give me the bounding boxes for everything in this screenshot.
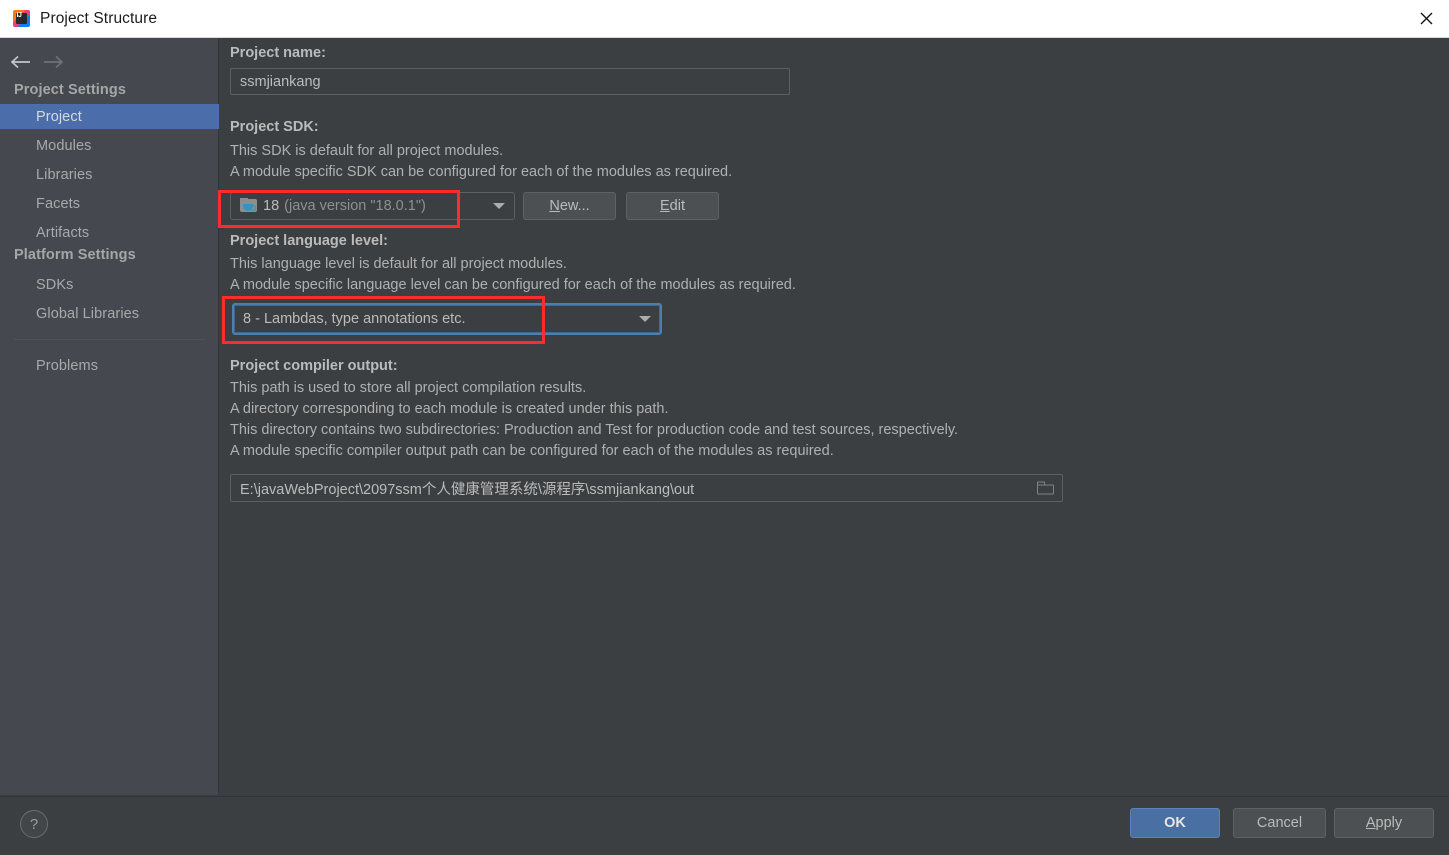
project-sdk-version: 18: [263, 198, 280, 214]
compiler-output-label: Project compiler output:: [230, 358, 398, 374]
navigation-arrows: [0, 46, 219, 78]
dialog-footer: ? OK Cancel Apply: [0, 796, 1449, 855]
edit-sdk-button-mnemonic: E: [660, 198, 670, 214]
apply-button[interactable]: Apply: [1334, 808, 1434, 838]
help-button[interactable]: ?: [20, 810, 48, 838]
sidebar-item-modules[interactable]: Modules: [0, 133, 219, 158]
apply-button-mnemonic: A: [1365, 815, 1376, 831]
project-settings-panel: Project name: ssmjiankang Project SDK: T…: [220, 38, 1449, 795]
compiler-output-description-3: This directory contains two subdirectori…: [230, 422, 959, 438]
intellij-idea-icon: [13, 10, 30, 27]
language-level-description-2: A module specific language level can be …: [230, 277, 796, 293]
project-sdk-combobox[interactable]: 18 (java version "18.0.1"): [230, 192, 515, 220]
apply-button-label-rest: pply: [1375, 815, 1403, 831]
project-name-label: Project name:: [230, 45, 326, 61]
sidebar-item-sdks[interactable]: SDKs: [0, 272, 219, 297]
language-level-selected-value: 8 - Lambdas, type annotations etc.: [243, 311, 466, 327]
new-sdk-button-mnemonic: N: [549, 198, 560, 214]
sidebar-divider: [14, 339, 205, 340]
language-level-description-1: This language level is default for all p…: [230, 256, 567, 272]
compiler-output-description-1: This path is used to store all project c…: [230, 380, 587, 396]
compiler-output-path-value: E:\javaWebProject\2097ssm个人健康管理系统\源程序\ss…: [240, 481, 695, 498]
chevron-down-icon[interactable]: [484, 193, 514, 219]
cancel-button[interactable]: Cancel: [1233, 808, 1326, 838]
project-structure-dialog: Project Structure Projec: [0, 0, 1449, 855]
ok-button-label: OK: [1164, 815, 1186, 831]
sidebar-item-libraries[interactable]: Libraries: [0, 162, 219, 187]
ok-button[interactable]: OK: [1130, 808, 1220, 838]
sidebar-group-platform-settings: Platform Settings: [14, 247, 136, 263]
sidebar-item-label: Project: [36, 108, 82, 125]
sidebar-item-label: Artifacts: [36, 224, 90, 241]
project-name-input[interactable]: ssmjiankang: [230, 68, 790, 95]
close-icon[interactable]: [1403, 0, 1449, 37]
project-sdk-description-1: This SDK is default for all project modu…: [230, 143, 504, 159]
sidebar-item-label: Modules: [36, 137, 92, 154]
project-sdk-description-2: A module specific SDK can be configured …: [230, 164, 733, 180]
language-level-label: Project language level:: [230, 233, 388, 249]
sidebar-item-project[interactable]: Project: [0, 104, 219, 129]
arrow-left-icon[interactable]: [6, 49, 36, 75]
sidebar-group-project-settings: Project Settings: [14, 82, 126, 98]
language-level-combobox[interactable]: 8 - Lambdas, type annotations etc.: [232, 303, 662, 335]
cancel-button-label: Cancel: [1256, 815, 1303, 831]
sidebar-item-problems[interactable]: Problems: [0, 353, 219, 378]
sidebar-item-label: Libraries: [36, 166, 93, 183]
compiler-output-description-2: A directory corresponding to each module…: [230, 401, 669, 417]
project-sdk-detail: (java version "18.0.1"): [284, 198, 426, 214]
new-sdk-button[interactable]: New...: [523, 192, 616, 220]
chevron-down-icon[interactable]: [630, 305, 660, 333]
project-name-value: ssmjiankang: [240, 73, 321, 90]
sidebar-item-label: Global Libraries: [36, 305, 140, 322]
compiler-output-description-4: A module specific compiler output path c…: [230, 443, 834, 459]
question-mark-icon: ?: [29, 815, 39, 833]
project-sdk-selected-value: 18 (java version "18.0.1"): [231, 198, 484, 214]
sidebar-item-global-libraries[interactable]: Global Libraries: [0, 301, 219, 326]
edit-sdk-button-label-rest: dit: [669, 198, 685, 214]
folder-browse-icon[interactable]: [1037, 481, 1054, 495]
sidebar-item-label: Facets: [36, 195, 81, 212]
new-sdk-button-label-rest: ew...: [559, 198, 590, 214]
arrow-right-icon[interactable]: [38, 49, 68, 75]
settings-sidebar: Project Settings Project Modules Librari…: [0, 38, 219, 795]
java-sdk-folder-icon: [240, 198, 257, 213]
compiler-output-path-input[interactable]: E:\javaWebProject\2097ssm个人健康管理系统\源程序\ss…: [230, 474, 1063, 502]
window-title: Project Structure: [40, 9, 158, 27]
sidebar-item-facets[interactable]: Facets: [0, 191, 219, 216]
sidebar-item-label: SDKs: [36, 276, 74, 293]
sidebar-item-artifacts[interactable]: Artifacts: [0, 220, 219, 245]
sidebar-item-label: Problems: [36, 357, 99, 374]
edit-sdk-button[interactable]: Edit: [626, 192, 719, 220]
project-sdk-label: Project SDK:: [230, 119, 319, 135]
window-titlebar: Project Structure: [0, 0, 1449, 38]
